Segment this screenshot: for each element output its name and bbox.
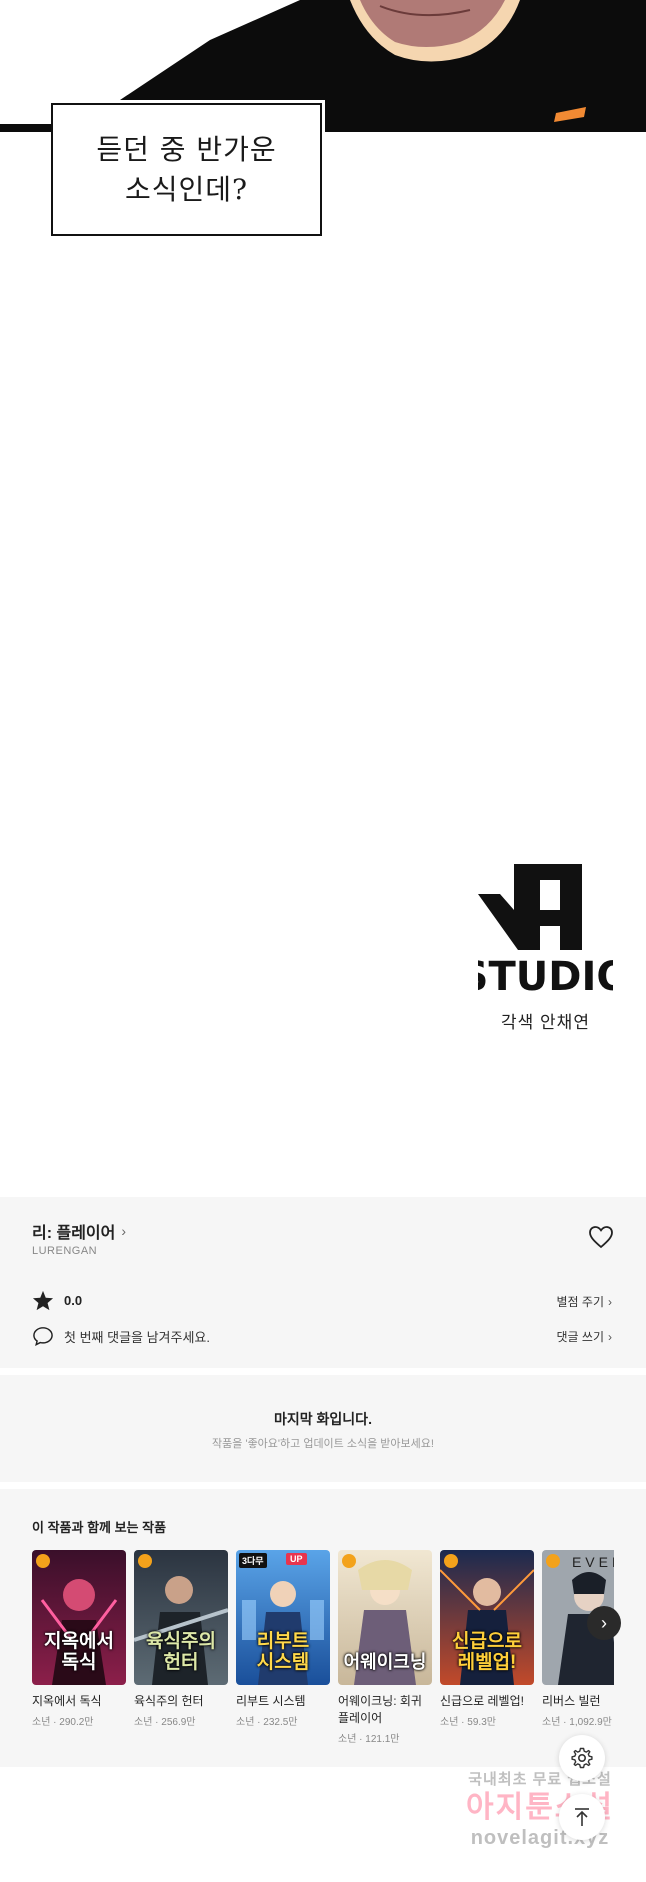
rec-card[interactable]: 어웨이크닝 어웨이크닝: 회귀 플레이어 소년 · 121.1만 [338, 1550, 432, 1745]
recommendations-title: 이 작품과 함께 보는 작품 [32, 1520, 167, 1535]
credit-text: 각색 안채연 [501, 1013, 590, 1032]
rec-cover-text: EVER [571, 1554, 614, 1570]
rec-cover: 육식주의 헌터 [134, 1550, 228, 1685]
watermark-line-1: 국내최초 무료 웹소설 [468, 1771, 612, 1788]
rec-name: 지옥에서 독식 [32, 1694, 102, 1708]
heart-icon[interactable] [588, 1225, 614, 1249]
speech-line-1: 듣던 중 반가운 [96, 132, 277, 166]
studio-logo-text: STUDIO [478, 954, 613, 995]
rating-row: 0.0 [32, 1290, 82, 1311]
rec-cover-text: 어웨이크닝 [343, 1652, 427, 1672]
free-badge: 3다무 [239, 1553, 267, 1568]
comment-prompt: 첫 번째 댓글을 남겨주세요. [64, 1329, 211, 1345]
watermark-line-2: 아지툰소설 [466, 1791, 614, 1824]
rec-meta: 소년 · 232.5만 [236, 1717, 298, 1728]
chevron-right-icon: › [608, 1329, 612, 1344]
chevron-right-icon: › [601, 1612, 607, 1633]
studio-logo: STUDIO [478, 864, 613, 995]
last-episode-title: 마지막 화입니다. [274, 1411, 372, 1427]
recommendations-section: 이 작품과 함께 보는 작품 지옥에서 독식 지옥에서 독식 소년 · 290.2… [0, 1489, 646, 1767]
rec-meta: 소년 · 59.3만 [440, 1717, 496, 1728]
series-info-section: 리: 플레이어 › LURENGAN 0.0 별점 주기 › 첫 번째 댓글을 … [0, 1197, 646, 1368]
recommendations-carousel: 지옥에서 독식 지옥에서 독식 소년 · 290.2만 육식주의 헌터 육식주의 헌… [32, 1550, 614, 1760]
series-title: 리: 플레이어 [32, 1225, 116, 1242]
rec-card[interactable]: 지옥에서 독식 지옥에서 독식 소년 · 290.2만 [32, 1550, 126, 1728]
carousel-next-button[interactable]: › [587, 1606, 621, 1640]
up-badge: UP [286, 1553, 307, 1565]
series-title-link[interactable]: 리: 플레이어 › [32, 1219, 126, 1243]
author-name: LURENGAN [32, 1245, 98, 1257]
rec-cover-text: 지옥에서 독식 [44, 1631, 114, 1673]
rec-card[interactable]: 신급으로 레벨업! 신급으로 레벨업! 소년 · 59.3만 [440, 1550, 534, 1728]
rec-name: 육식주의 헌터 [134, 1694, 204, 1708]
rec-name: 리버스 빌런 [542, 1694, 601, 1708]
rec-meta: 소년 · 290.2만 [32, 1717, 94, 1728]
comment-prompt-row[interactable]: 첫 번째 댓글을 남겨주세요. [32, 1326, 210, 1346]
rec-cover: 어웨이크닝 [338, 1550, 432, 1685]
watermark: 국내최초 무료 웹소설 아지툰소설 novelagit.xyz [440, 1768, 640, 1850]
rec-cover-text: 신급으로 레벨업! [452, 1631, 522, 1673]
rate-button[interactable]: 별점 주기 › [557, 1293, 613, 1310]
clock-badge-icon [138, 1554, 152, 1568]
rate-label: 별점 주기 [556, 1295, 605, 1309]
last-episode-notice: 마지막 화입니다. 작품을 '좋아요'하고 업데이트 소식을 받아보세요! [0, 1375, 646, 1482]
rec-cover: 3다무 UP 리부트 시스템 [236, 1550, 330, 1685]
rec-name: 어웨이크닝: 회귀 플레이어 [338, 1694, 422, 1725]
arrow-up-icon [575, 1808, 589, 1826]
comic-viewer: 듣던 중 반가운 소식인데? STUDIO 각색 안채연 [0, 0, 646, 1197]
rec-cover: 지옥에서 독식 [32, 1550, 126, 1685]
speech-bubble-icon [33, 1327, 53, 1346]
rec-name: 리부트 시스템 [236, 1694, 306, 1708]
last-episode-subtitle: 작품을 '좋아요'하고 업데이트 소식을 받아보세요! [212, 1438, 434, 1450]
rating-value: 0.0 [64, 1293, 83, 1308]
chevron-right-icon: › [608, 1294, 612, 1309]
clock-badge-icon [36, 1554, 50, 1568]
gear-icon [571, 1747, 593, 1769]
speech-box: 듣던 중 반가운 소식인데? [51, 103, 322, 236]
rec-card[interactable]: 3다무 UP 리부트 시스템 리부트 시스템 소년 · 232.5만 [236, 1550, 330, 1728]
rec-meta: 소년 · 256.9만 [134, 1717, 196, 1728]
chevron-right-icon: › [121, 1223, 127, 1239]
rec-cover: 신급으로 레벨업! [440, 1550, 534, 1685]
write-comment-label: 댓글 쓰기 [556, 1330, 605, 1344]
settings-button[interactable] [559, 1735, 605, 1781]
clock-badge-icon [546, 1554, 560, 1568]
clock-badge-icon [342, 1554, 356, 1568]
rec-meta: 소년 · 1,092.9만 [542, 1717, 612, 1728]
rec-name: 신급으로 레벨업! [440, 1694, 524, 1708]
rec-meta: 소년 · 121.1만 [338, 1734, 400, 1745]
write-comment-button[interactable]: 댓글 쓰기 › [557, 1328, 613, 1345]
rec-cover-text: 육식주의 헌터 [146, 1631, 216, 1673]
rec-cover-text: 리부트 시스템 [256, 1631, 310, 1673]
speech-line-2: 소식인데? [124, 172, 249, 206]
star-icon [32, 1290, 54, 1311]
clock-badge-icon [444, 1554, 458, 1568]
rec-card[interactable]: 육식주의 헌터 육식주의 헌터 소년 · 256.9만 [134, 1550, 228, 1728]
scroll-top-button[interactable] [559, 1794, 605, 1840]
watermark-line-3: novelagit.xyz [470, 1827, 610, 1849]
